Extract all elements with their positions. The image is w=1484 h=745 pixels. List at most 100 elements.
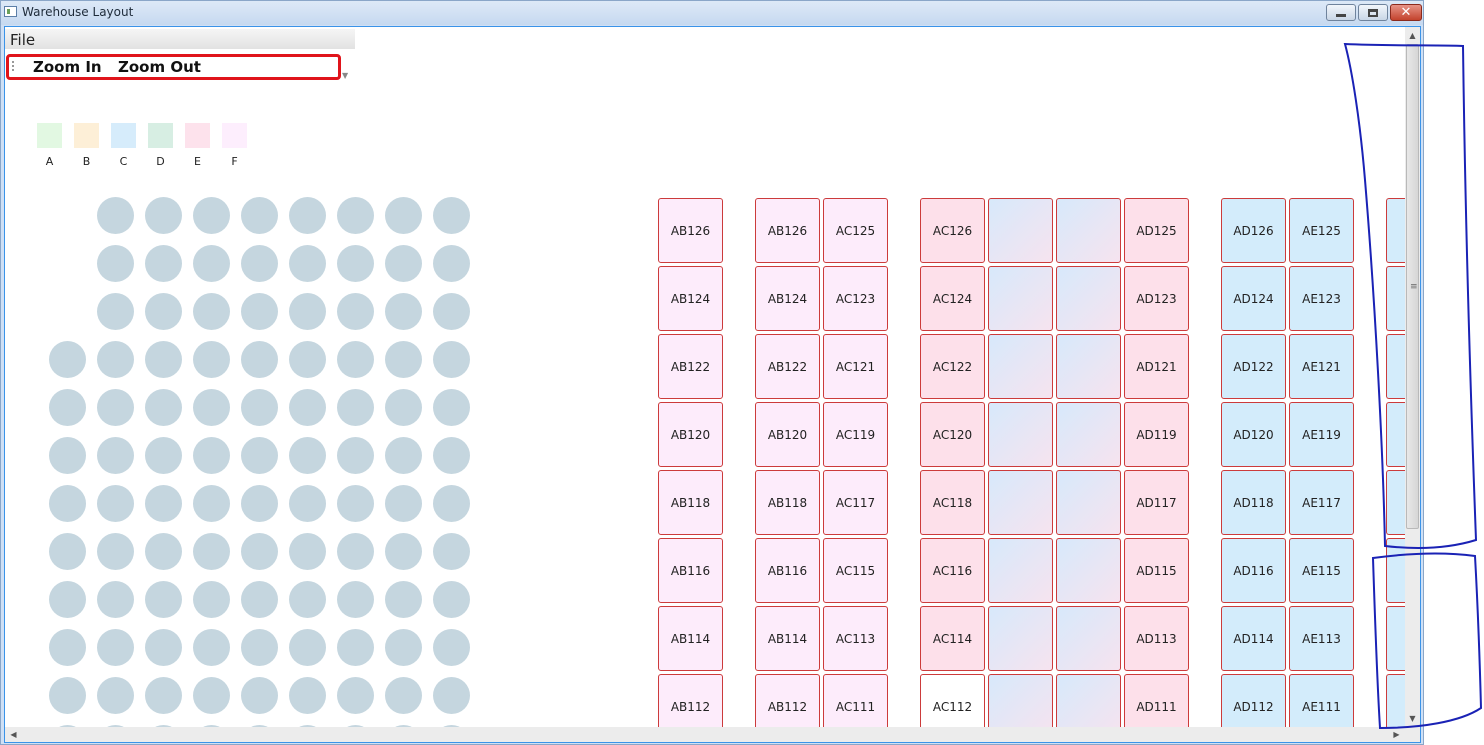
pallet-slot[interactable] <box>289 245 326 282</box>
pallet-slot[interactable] <box>337 677 374 714</box>
pallet-slot[interactable] <box>433 437 470 474</box>
storage-bin[interactable]: AD117 <box>1124 470 1189 535</box>
title-bar[interactable]: Warehouse Layout ✕ <box>1 1 1423 25</box>
pallet-slot[interactable] <box>337 341 374 378</box>
pallet-slot[interactable] <box>433 293 470 330</box>
pallet-slot[interactable] <box>385 629 422 666</box>
pallet-slot[interactable] <box>337 437 374 474</box>
pallet-slot[interactable] <box>145 437 182 474</box>
pallet-slot[interactable] <box>97 629 134 666</box>
pallet-slot[interactable] <box>385 245 422 282</box>
warehouse-canvas[interactable]: File Zoom In Zoom Out ▼ ABCDEF AB126 AB12… <box>4 26 1421 743</box>
storage-bin[interactable] <box>988 538 1053 603</box>
scroll-down-icon[interactable]: ▼ <box>1405 710 1420 727</box>
pallet-slot[interactable] <box>289 197 326 234</box>
storage-bin-partial[interactable] <box>1386 198 1406 263</box>
pallet-slot[interactable] <box>193 533 230 570</box>
storage-bin[interactable]: AB124 <box>658 266 723 331</box>
close-button[interactable]: ✕ <box>1390 4 1422 21</box>
storage-bin[interactable]: AC120 <box>920 402 985 467</box>
pallet-slot[interactable] <box>433 533 470 570</box>
pallet-slot[interactable] <box>97 677 134 714</box>
storage-bin[interactable]: AC113 <box>823 606 888 671</box>
pallet-slot[interactable] <box>433 245 470 282</box>
pallet-slot[interactable] <box>145 197 182 234</box>
storage-bin[interactable]: AB118 <box>658 470 723 535</box>
pallet-slot[interactable] <box>193 677 230 714</box>
pallet-slot[interactable] <box>289 677 326 714</box>
pallet-slot[interactable] <box>385 581 422 618</box>
scroll-up-icon[interactable]: ▲ <box>1405 27 1420 44</box>
pallet-slot[interactable] <box>337 245 374 282</box>
storage-bin[interactable]: AB120 <box>755 402 820 467</box>
pallet-slot[interactable] <box>193 197 230 234</box>
pallet-slot[interactable] <box>289 533 326 570</box>
storage-bin[interactable]: AB126 <box>658 198 723 263</box>
pallet-slot[interactable] <box>97 341 134 378</box>
storage-bin[interactable]: AE115 <box>1289 538 1354 603</box>
storage-bin[interactable] <box>1056 606 1121 671</box>
storage-bin[interactable] <box>1056 198 1121 263</box>
storage-bin[interactable]: AC123 <box>823 266 888 331</box>
scroll-right-icon[interactable]: ▶ <box>1388 727 1405 742</box>
pallet-slot[interactable] <box>193 437 230 474</box>
storage-bin[interactable]: AD122 <box>1221 334 1286 399</box>
toolbar-grip[interactable] <box>12 61 14 73</box>
storage-bin[interactable]: AB124 <box>755 266 820 331</box>
maximize-button[interactable] <box>1358 4 1388 21</box>
pallet-slot[interactable] <box>241 437 278 474</box>
pallet-slot[interactable] <box>289 341 326 378</box>
pallet-slot[interactable] <box>385 293 422 330</box>
storage-bin[interactable] <box>988 266 1053 331</box>
storage-bin[interactable] <box>1056 334 1121 399</box>
vertical-scroll-thumb[interactable]: ≡ <box>1406 44 1419 529</box>
pallet-slot[interactable] <box>145 245 182 282</box>
storage-bin[interactable]: AB116 <box>755 538 820 603</box>
storage-bin[interactable]: AB126 <box>755 198 820 263</box>
pallet-slot[interactable] <box>145 293 182 330</box>
pallet-slot[interactable] <box>49 581 86 618</box>
pallet-slot[interactable] <box>385 485 422 522</box>
pallet-slot[interactable] <box>433 581 470 618</box>
pallet-slot[interactable] <box>241 533 278 570</box>
pallet-slot[interactable] <box>49 341 86 378</box>
pallet-slot[interactable] <box>193 629 230 666</box>
storage-bin[interactable]: AB114 <box>658 606 723 671</box>
pallet-slot[interactable] <box>433 341 470 378</box>
storage-bin-partial[interactable] <box>1386 266 1406 331</box>
pallet-slot[interactable] <box>145 485 182 522</box>
pallet-slot[interactable] <box>337 581 374 618</box>
storage-bin[interactable]: AD118 <box>1221 470 1286 535</box>
pallet-slot[interactable] <box>337 197 374 234</box>
storage-bin-partial[interactable] <box>1386 334 1406 399</box>
pallet-slot[interactable] <box>337 485 374 522</box>
pallet-slot[interactable] <box>97 389 134 426</box>
pallet-slot[interactable] <box>433 389 470 426</box>
pallet-slot[interactable] <box>49 485 86 522</box>
storage-bin[interactable]: AD124 <box>1221 266 1286 331</box>
storage-bin[interactable]: AE125 <box>1289 198 1354 263</box>
pallet-slot[interactable] <box>385 341 422 378</box>
minimize-button[interactable] <box>1326 4 1356 21</box>
pallet-slot[interactable] <box>97 245 134 282</box>
storage-bin[interactable]: AE119 <box>1289 402 1354 467</box>
pallet-slot[interactable] <box>145 629 182 666</box>
pallet-slot[interactable] <box>49 677 86 714</box>
storage-bin[interactable] <box>1056 538 1121 603</box>
storage-bin[interactable]: AB120 <box>658 402 723 467</box>
pallet-slot[interactable] <box>385 533 422 570</box>
pallet-slot[interactable] <box>289 293 326 330</box>
pallet-slot[interactable] <box>289 437 326 474</box>
storage-bin[interactable]: AD113 <box>1124 606 1189 671</box>
pallet-slot[interactable] <box>433 485 470 522</box>
pallet-slot[interactable] <box>385 677 422 714</box>
menu-file[interactable]: File <box>10 31 35 49</box>
pallet-slot[interactable] <box>433 677 470 714</box>
pallet-slot[interactable] <box>289 485 326 522</box>
pallet-slot[interactable] <box>49 533 86 570</box>
storage-bin[interactable] <box>988 198 1053 263</box>
pallet-slot[interactable] <box>97 293 134 330</box>
pallet-slot[interactable] <box>193 389 230 426</box>
pallet-slot[interactable] <box>49 389 86 426</box>
storage-bin[interactable]: AC121 <box>823 334 888 399</box>
